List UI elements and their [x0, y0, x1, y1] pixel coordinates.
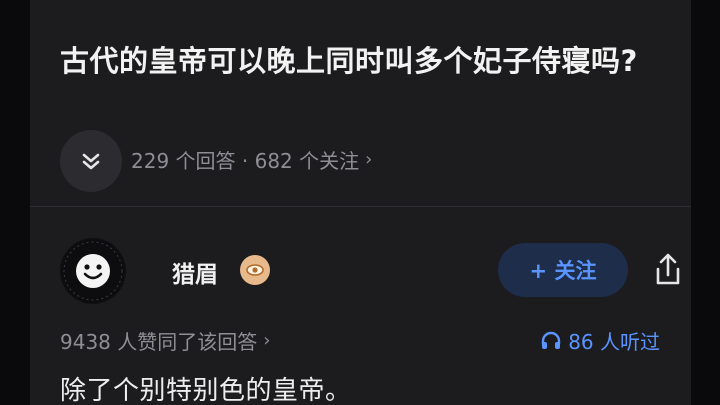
follow-button[interactable]: + 关注	[498, 243, 628, 297]
avatar[interactable]	[60, 238, 126, 304]
answer-first-line[interactable]: 除了个别特别色的皇帝。	[60, 370, 352, 405]
question-title[interactable]: 古代的皇帝可以晚上同时叫多个妃子侍寝吗?	[60, 40, 670, 83]
eye-badge-icon	[240, 255, 270, 285]
headphones-icon	[541, 331, 561, 349]
listen-count-text: 86 人听过	[568, 330, 660, 354]
collapse-button[interactable]	[60, 130, 122, 192]
share-button[interactable]	[648, 250, 688, 290]
agree-count: 9438 人赞同了该回答	[60, 330, 258, 354]
smiley-avatar-icon	[61, 239, 125, 303]
answer-page: 古代的皇帝可以晚上同时叫多个妃子侍寝吗? 229 个回答 · 682 个关注 ›…	[30, 0, 691, 405]
double-chevron-down-icon	[82, 153, 100, 170]
agree-count-link[interactable]: 9438 人赞同了该回答 ›	[60, 326, 270, 355]
question-meta: 229 个回答 · 682 个关注	[131, 149, 360, 173]
share-icon	[656, 253, 680, 285]
author-name[interactable]: 猎眉	[172, 255, 218, 289]
chevron-right-icon: ›	[365, 149, 373, 170]
chevron-right-icon: ›	[263, 330, 271, 351]
author-row: 猎眉 + 关注	[60, 238, 680, 304]
divider	[30, 206, 691, 207]
listen-count[interactable]: 86 人听过	[540, 326, 660, 355]
answer-stats: 9438 人赞同了该回答 › 86 人听过	[60, 326, 660, 354]
question-meta-link[interactable]: 229 个回答 · 682 个关注 ›	[131, 145, 372, 174]
